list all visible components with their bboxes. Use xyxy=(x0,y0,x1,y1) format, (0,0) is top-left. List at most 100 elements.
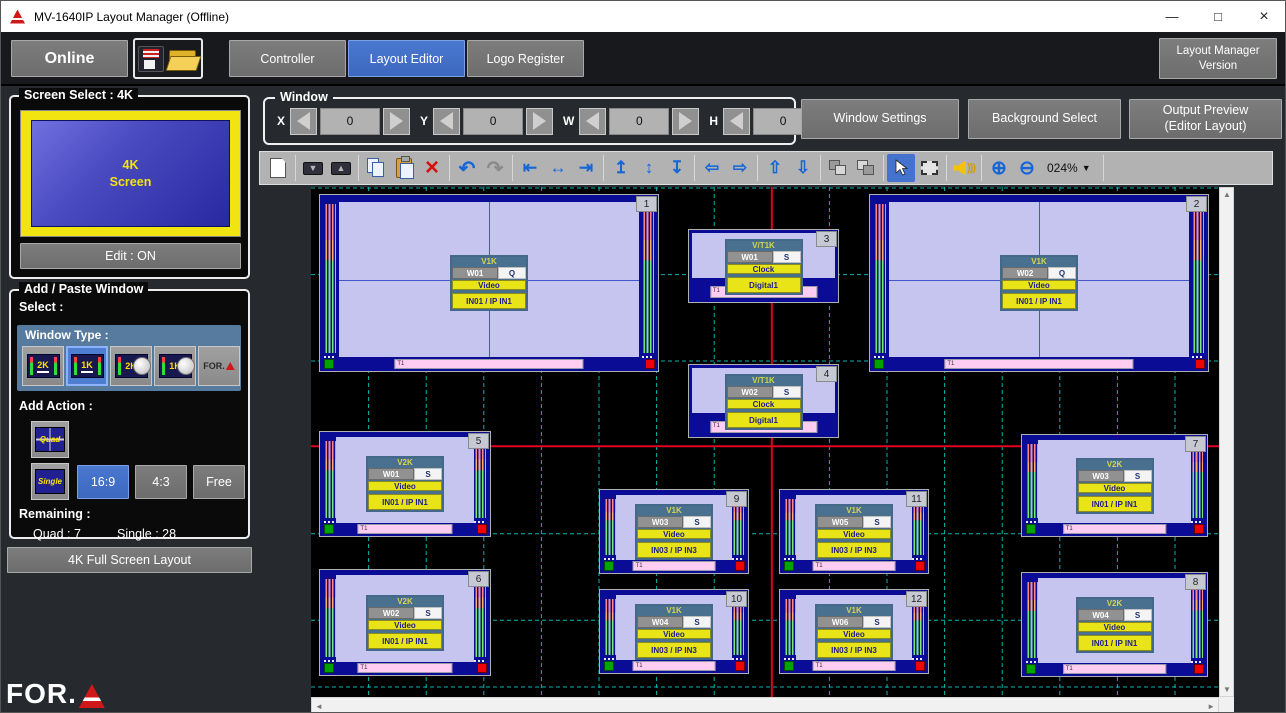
window-type-video-1k[interactable]: 1K xyxy=(66,346,108,386)
output-preview-button[interactable]: Output Preview (Editor Layout) xyxy=(1129,99,1282,139)
window-mode-text: S xyxy=(683,616,711,628)
fora-logo-a-icon xyxy=(79,684,105,708)
audio-meter-left-icon xyxy=(1026,444,1038,518)
x-increment-button[interactable] xyxy=(383,108,410,135)
tally-green-indicator xyxy=(604,561,614,571)
canvas-window-8[interactable]: T1 V2K W04S Video IN01 / IP IN1 8 xyxy=(1021,572,1208,677)
full-screen-layout-button[interactable]: 4K Full Screen Layout xyxy=(7,547,252,573)
window-id-text: W01 xyxy=(727,251,773,263)
window-type-text: V2K xyxy=(1078,460,1152,470)
screen-preview-4k[interactable]: 4K Screen xyxy=(20,110,241,237)
remaining-label: Remaining : xyxy=(19,507,91,521)
aspect-4-3-button[interactable]: 4:3 xyxy=(135,465,187,499)
window-source-text: Clock xyxy=(727,399,801,409)
align-top-icon[interactable]: ↥ xyxy=(607,154,635,182)
send-backward-icon[interactable] xyxy=(852,154,880,182)
canvas-window-1[interactable]: T1 V1K W01Q Video IN01 / IP IN1 1 xyxy=(319,194,659,372)
canvas-window-7[interactable]: T1 V2K W03S Video IN01 / IP IN1 7 xyxy=(1021,434,1208,537)
new-layout-icon[interactable] xyxy=(264,154,292,182)
fit-height-bottom-icon[interactable]: ⇩ xyxy=(789,154,817,182)
zoom-dropdown-icon[interactable]: ▼ xyxy=(1082,163,1091,173)
layout-canvas[interactable]: T1 V1K W01Q Video IN01 / IP IN1 1 T1 V1K … xyxy=(311,187,1219,697)
undo-icon[interactable]: ↶ xyxy=(453,154,481,182)
background-select-button[interactable]: Background Select xyxy=(968,99,1121,139)
window-type-video-2k[interactable]: 2K xyxy=(22,346,64,386)
maximize-button[interactable]: □ xyxy=(1195,1,1241,32)
x-value-field[interactable]: 0 xyxy=(320,108,380,135)
window-source-text: Video xyxy=(368,481,442,491)
aspect-16-9-button[interactable]: 16:9 xyxy=(77,465,129,499)
window-settings-button[interactable]: Window Settings xyxy=(801,99,959,139)
window-type-clock-1k[interactable]: 1K xyxy=(154,346,196,386)
audio-meter-right-icon xyxy=(732,499,744,555)
bring-forward-icon[interactable] xyxy=(824,154,852,182)
minimize-button[interactable]: — xyxy=(1149,1,1195,32)
zoom-in-icon[interactable]: ⊕ xyxy=(985,154,1013,182)
w-increment-button[interactable] xyxy=(672,108,699,135)
save-icon[interactable] xyxy=(138,46,164,72)
canvas-window-3[interactable]: T1 V/T1K W01S Clock Digital1 3 xyxy=(688,229,839,303)
monitor-upload-icon[interactable]: ▲ xyxy=(327,154,355,182)
y-decrement-button[interactable] xyxy=(433,108,460,135)
marquee-select-icon[interactable] xyxy=(915,154,943,182)
canvas-window-12[interactable]: T1 V1K W06S Video IN03 / IP IN3 12 xyxy=(779,589,929,674)
x-decrement-button[interactable] xyxy=(290,108,317,135)
window-type-label: Window Type : xyxy=(25,328,109,342)
tally-green-indicator xyxy=(324,524,334,534)
horizontal-scrollbar[interactable]: ◄ ► xyxy=(311,697,1219,713)
canvas-window-2[interactable]: T1 V1K W02Q Video IN01 / IP IN1 2 xyxy=(869,194,1209,372)
add-quad-button[interactable]: Quad xyxy=(31,421,69,458)
online-button[interactable]: Online xyxy=(11,40,128,77)
align-bottom-icon[interactable]: ↧ xyxy=(663,154,691,182)
aspect-free-button[interactable]: Free xyxy=(193,465,245,499)
window-info-label: V2K W01S Video IN01 / IP IN1 xyxy=(366,456,444,512)
audio-meter-left-icon xyxy=(784,599,796,655)
zoom-out-icon[interactable]: ⊖ xyxy=(1013,154,1041,182)
vertical-scrollbar[interactable]: ▲ ▼ xyxy=(1219,187,1234,697)
window-info-label: V1K W01Q Video IN01 / IP IN1 xyxy=(450,255,528,311)
window-mode-text: S xyxy=(863,616,891,628)
align-left-icon[interactable]: ⇤ xyxy=(516,154,544,182)
y-increment-button[interactable] xyxy=(526,108,553,135)
add-single-button[interactable]: Single xyxy=(31,463,69,500)
audio-meter-left-icon xyxy=(1026,582,1038,658)
w-decrement-button[interactable] xyxy=(579,108,606,135)
window-type-logo[interactable]: FOR. xyxy=(198,346,240,386)
monitor-1k-icon: 1K xyxy=(71,354,104,378)
canvas-window-11[interactable]: T1 V1K W05S Video IN03 / IP IN3 11 xyxy=(779,489,929,574)
select-cursor-icon[interactable] xyxy=(887,154,915,182)
fit-height-top-icon[interactable]: ⇧ xyxy=(761,154,789,182)
window-input-text: IN01 / IP IN1 xyxy=(368,494,442,510)
h-decrement-button[interactable] xyxy=(723,108,750,135)
paste-icon[interactable] xyxy=(390,154,418,182)
delete-icon[interactable]: × xyxy=(418,154,446,182)
edit-on-button[interactable]: Edit : ON xyxy=(20,243,241,269)
window-type-clock-2k[interactable]: 2K xyxy=(110,346,152,386)
tab-logo-register[interactable]: Logo Register xyxy=(467,40,584,77)
layout-manager-version-button[interactable]: Layout Manager Version xyxy=(1159,38,1277,79)
close-button[interactable]: × xyxy=(1241,1,1286,32)
tab-controller[interactable]: Controller xyxy=(229,40,346,77)
canvas-window-6[interactable]: T1 V2K W02S Video IN01 / IP IN1 6 xyxy=(319,569,491,676)
align-center-horizontal-icon[interactable]: ↔ xyxy=(544,154,572,182)
monitor-download-icon[interactable]: ▼ xyxy=(299,154,327,182)
fit-width-right-icon[interactable]: ⇨ xyxy=(726,154,754,182)
canvas-window-5[interactable]: T1 V2K W01S Video IN01 / IP IN1 5 xyxy=(319,431,491,537)
align-right-icon[interactable]: ⇥ xyxy=(572,154,600,182)
redo-icon[interactable]: ↷ xyxy=(481,154,509,182)
copy-icon[interactable] xyxy=(362,154,390,182)
canvas-window-9[interactable]: T1 V1K W03S Video IN03 / IP IN3 9 xyxy=(599,489,749,574)
tally-red-indicator xyxy=(915,661,925,671)
open-folder-icon[interactable] xyxy=(168,47,198,71)
tally-red-indicator xyxy=(1194,664,1204,674)
zoom-level-value[interactable]: 024% xyxy=(1047,161,1078,175)
align-middle-vertical-icon[interactable]: ↕ xyxy=(635,154,663,182)
tab-layout-editor[interactable]: Layout Editor xyxy=(348,40,465,77)
canvas-window-10[interactable]: T1 V1K W04S Video IN03 / IP IN3 10 xyxy=(599,589,749,674)
tally-green-indicator xyxy=(784,661,794,671)
w-value-field[interactable]: 0 xyxy=(609,108,669,135)
y-value-field[interactable]: 0 xyxy=(463,108,523,135)
audio-speaker-icon[interactable]: ))) xyxy=(950,154,978,182)
canvas-window-4[interactable]: T1 V/T1K W02S Clock Digital1 4 xyxy=(688,364,839,438)
fit-width-left-icon[interactable]: ⇦ xyxy=(698,154,726,182)
